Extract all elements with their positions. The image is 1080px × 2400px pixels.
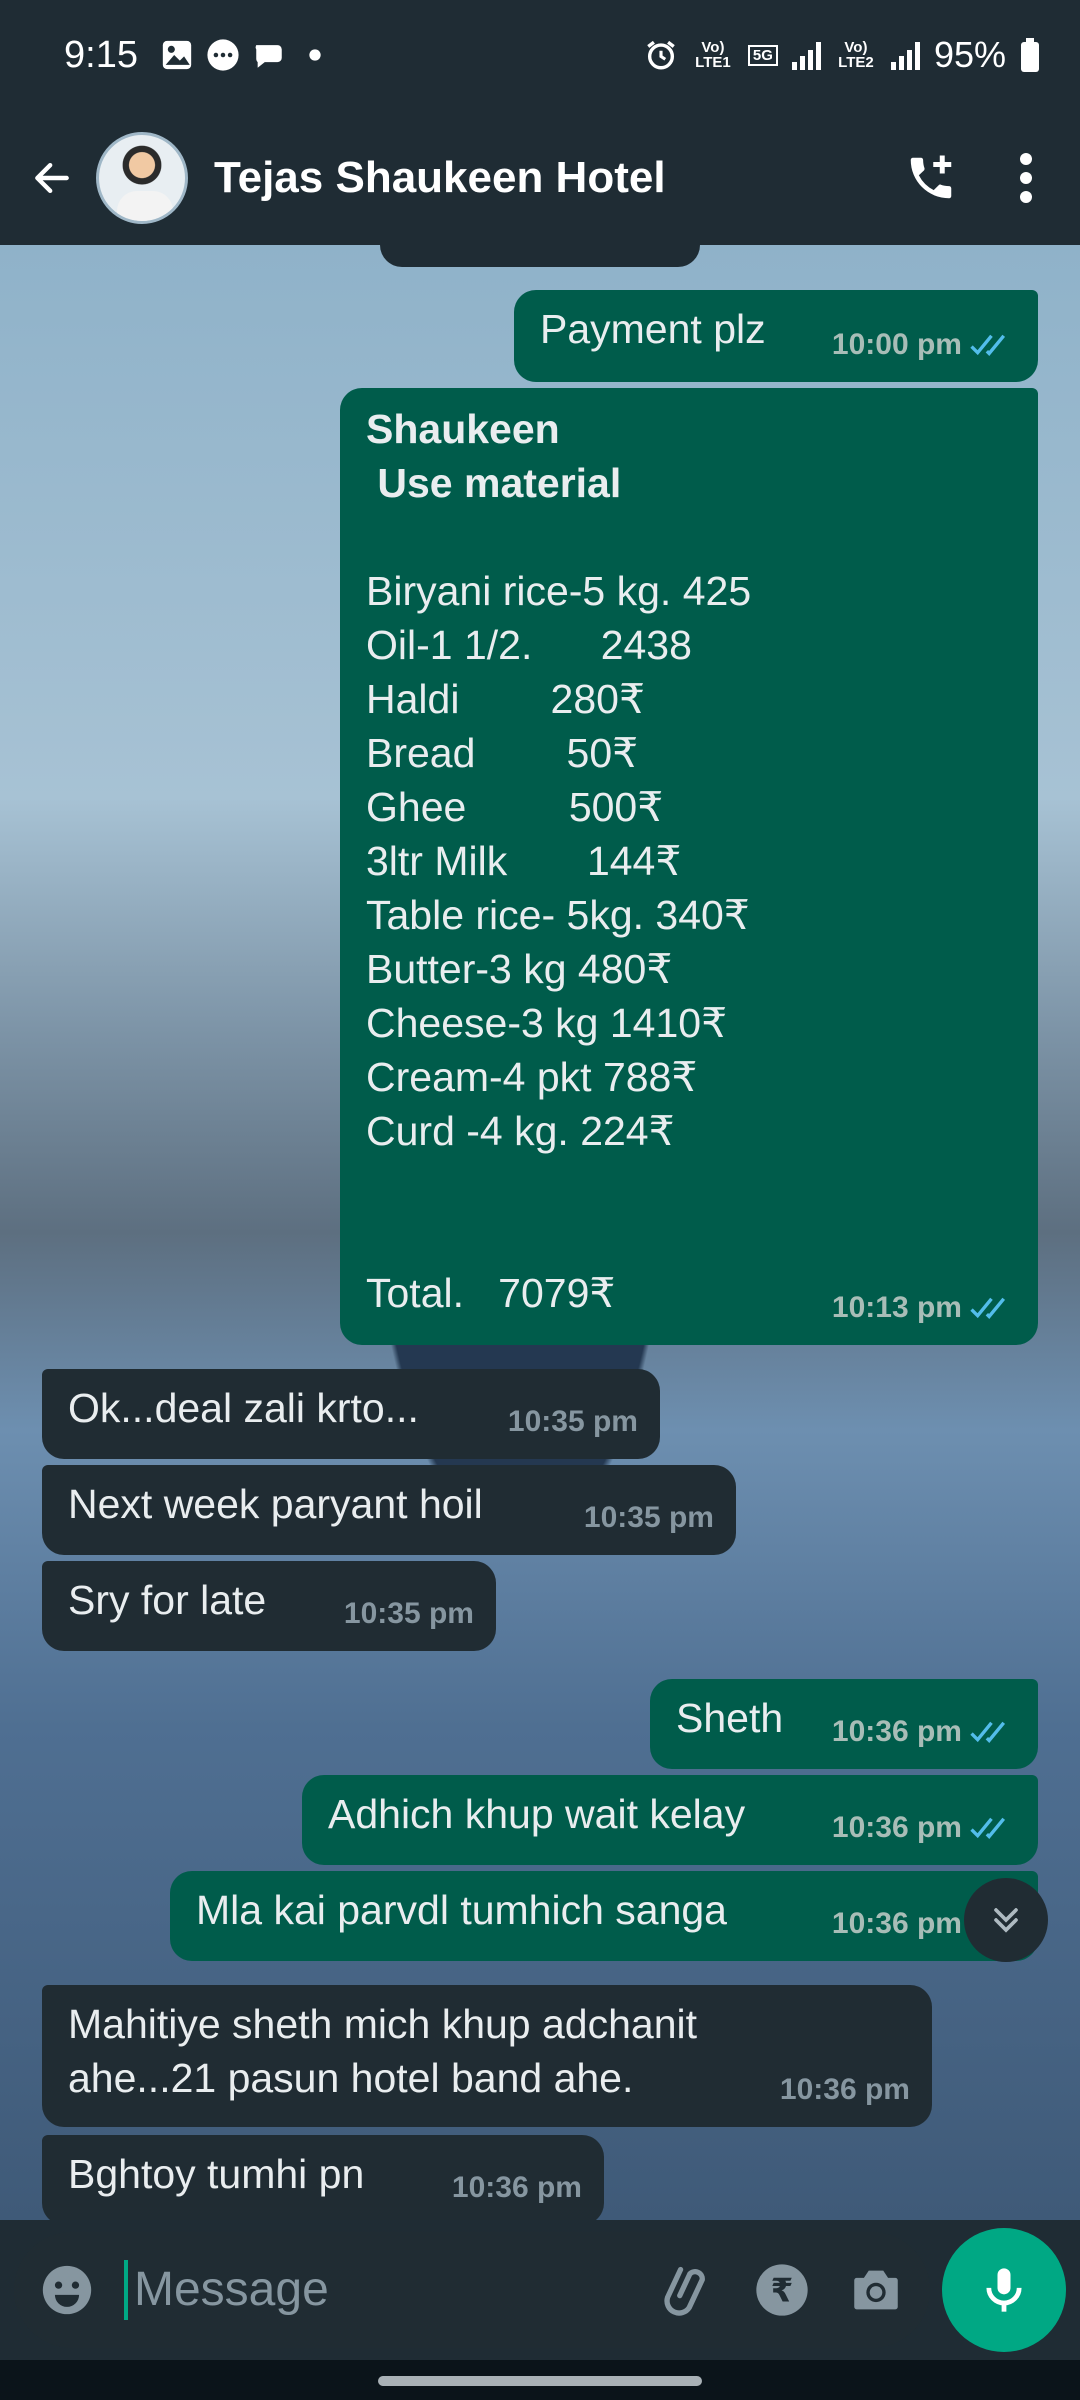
emoji-icon[interactable] bbox=[38, 2261, 96, 2319]
attach-button[interactable] bbox=[658, 2260, 718, 2320]
list-items: Biryani rice-5 kg. 425 Oil-1 1/2. 2438 H… bbox=[366, 568, 752, 1154]
composer-bar: Message ₹ bbox=[0, 2220, 1080, 2360]
message-text: Ok...deal zali krto... bbox=[68, 1385, 419, 1431]
message-time: 10:00 pm bbox=[831, 328, 962, 361]
chat-notification-icon bbox=[255, 45, 282, 68]
message-text: Adhich khup wait kelay bbox=[328, 1791, 746, 1837]
message-text: Sheth bbox=[676, 1695, 784, 1741]
add-call-icon[interactable] bbox=[904, 151, 958, 205]
message-bubble-incoming[interactable]: Next week paryant hoil 10:35 pm bbox=[42, 1465, 736, 1555]
battery-icon bbox=[1021, 38, 1039, 72]
read-ticks-icon bbox=[970, 1721, 1006, 1743]
message-time: 10:36 pm bbox=[831, 1811, 962, 1844]
system-nav-bar bbox=[0, 2360, 1080, 2400]
list-heading: Shaukeen bbox=[366, 406, 560, 452]
chat-area[interactable]: Payment plz 10:00 pm Shaukeen Use materi… bbox=[0, 245, 1080, 2220]
camera-button[interactable] bbox=[846, 2260, 906, 2320]
double-chevron-down-icon bbox=[994, 1908, 1018, 1933]
signal-icon-2 bbox=[890, 40, 920, 70]
message-text: Bghtoy tumhi pn bbox=[68, 2151, 365, 2197]
status-bar: 9:15 Vo) LTE1 5G Vo) LTE2 95% bbox=[0, 0, 1080, 110]
message-bubble-incoming[interactable]: Sry for late 10:35 pm bbox=[42, 1561, 496, 1651]
scroll-to-bottom-button[interactable] bbox=[964, 1878, 1048, 1962]
signal-icon-1 bbox=[791, 40, 821, 70]
more-options-icon[interactable] bbox=[1018, 152, 1034, 204]
read-ticks-icon bbox=[970, 1817, 1006, 1839]
message-text: Sry for late bbox=[68, 1577, 267, 1623]
read-ticks-icon bbox=[970, 334, 1006, 356]
back-arrow-icon bbox=[35, 162, 69, 193]
alarm-icon bbox=[647, 40, 675, 70]
message-bubble-incoming[interactable]: Ok...deal zali krto... 10:35 pm bbox=[42, 1369, 660, 1459]
message-bubble-outgoing[interactable]: Shaukeen Use material Biryani rice-5 kg.… bbox=[340, 388, 1038, 1345]
message-input[interactable]: Message bbox=[124, 2260, 624, 2320]
paperclip-icon bbox=[664, 2266, 706, 2316]
dot-icon bbox=[309, 49, 321, 61]
avatar[interactable] bbox=[96, 131, 188, 224]
message-bubble-outgoing[interactable]: Mla kai parvdl tumhich sanga 10:36 pm bbox=[170, 1871, 1038, 1961]
message-bubble-incoming[interactable]: Bghtoy tumhi pn 10:36 pm bbox=[42, 2135, 604, 2220]
message-time: 10:13 pm bbox=[831, 1291, 962, 1324]
message-time: 10:35 pm bbox=[343, 1597, 474, 1630]
battery-percent: 95% bbox=[933, 34, 1006, 75]
message-time: 10:36 pm bbox=[779, 2073, 910, 2106]
message-bubble-incoming[interactable]: Mahitiye sheth mich khup adchanit ahe...… bbox=[42, 1985, 932, 2127]
network-type: 5G bbox=[747, 44, 778, 66]
sim2-label: Vo) LTE2 bbox=[838, 39, 874, 71]
message-time: 10:35 pm bbox=[507, 1405, 638, 1438]
message-text: Payment plz bbox=[540, 306, 766, 352]
contact-name[interactable]: Tejas Shaukeen Hotel bbox=[214, 153, 666, 203]
sim1-label: Vo) LTE1 bbox=[695, 39, 731, 71]
svg-text:₹: ₹ bbox=[771, 2272, 794, 2310]
message-time: 10:36 pm bbox=[831, 1907, 962, 1940]
message-notification-icon bbox=[207, 39, 239, 71]
rupee-icon: ₹ bbox=[756, 2264, 808, 2316]
back-button[interactable] bbox=[24, 150, 80, 206]
read-ticks-icon bbox=[970, 1297, 1006, 1319]
message-time: 10:36 pm bbox=[831, 1715, 962, 1748]
payment-button[interactable]: ₹ bbox=[752, 2260, 812, 2320]
home-gesture-bar[interactable] bbox=[378, 2376, 702, 2386]
message-composer: Message ₹ bbox=[14, 2232, 931, 2348]
message-bubble-outgoing[interactable]: Payment plz 10:00 pm bbox=[514, 290, 1038, 382]
list-subheading: Use material bbox=[366, 460, 622, 506]
microphone-icon bbox=[986, 2268, 1022, 2312]
previous-message-edge bbox=[380, 245, 700, 267]
message-text: Mla kai parvdl tumhich sanga bbox=[196, 1887, 727, 1933]
status-time: 9:15 bbox=[64, 33, 138, 76]
chat-header: Tejas Shaukeen Hotel bbox=[0, 110, 1080, 245]
gallery-notification-icon bbox=[162, 40, 192, 70]
message-text: Mahitiye sheth mich khup adchanit ahe...… bbox=[68, 2001, 698, 2101]
message-bubble-outgoing[interactable]: Sheth 10:36 pm bbox=[650, 1679, 1038, 1769]
voice-message-button[interactable] bbox=[942, 2228, 1066, 2352]
message-text: Next week paryant hoil bbox=[68, 1481, 483, 1527]
camera-icon bbox=[854, 2270, 898, 2310]
message-bubble-outgoing[interactable]: Adhich khup wait kelay 10:36 pm bbox=[302, 1775, 1038, 1865]
message-time: 10:35 pm bbox=[583, 1501, 714, 1534]
message-time: 10:36 pm bbox=[451, 2171, 582, 2204]
